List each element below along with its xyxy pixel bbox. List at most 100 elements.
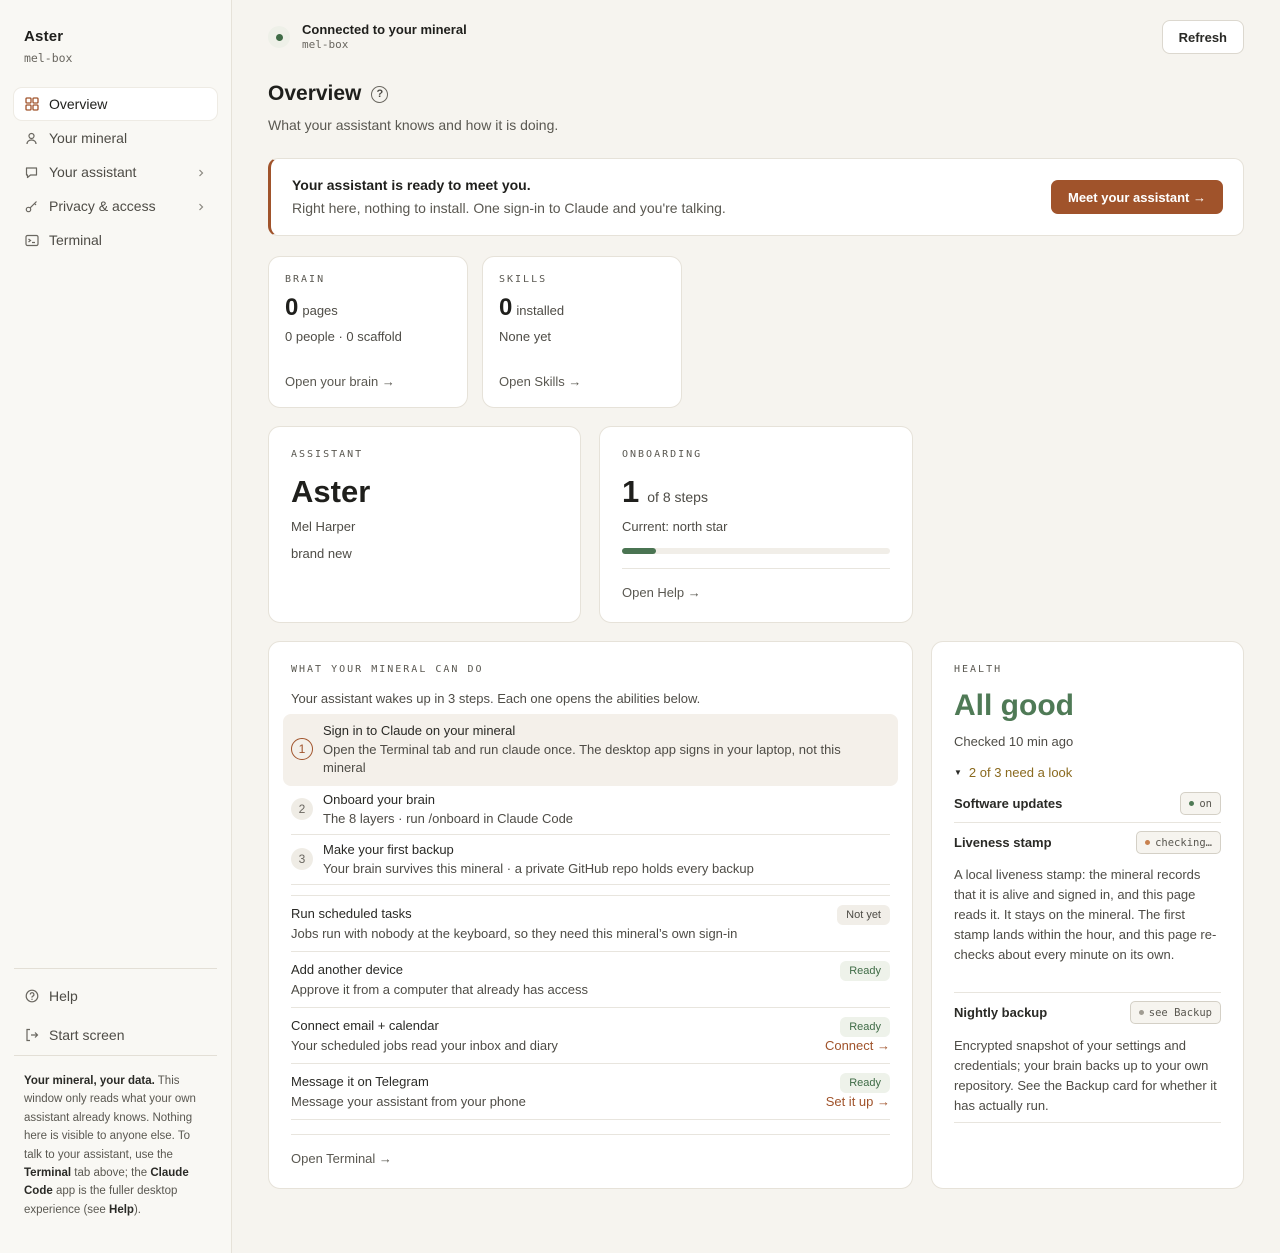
brain-unit: pages	[302, 303, 338, 318]
backup-desc: Encrypted snapshot of your settings and …	[954, 1038, 1217, 1113]
sidebar-item-start-screen[interactable]: Start screen	[14, 1018, 217, 1051]
ability-title: Connect email + calendar	[291, 1018, 439, 1033]
connection-host: mel-box	[302, 38, 349, 51]
health-status: All good	[954, 689, 1074, 722]
step-1[interactable]: 1 Sign in to Claude on your mineral Open…	[283, 714, 898, 786]
note-terminal: Terminal	[24, 1167, 72, 1180]
status-badge: Ready	[840, 1073, 890, 1093]
note-text: This window only reads what your own ass…	[24, 1075, 196, 1161]
health-eyebrow: HEALTH	[954, 664, 1003, 675]
onboarding-progress-fill	[622, 548, 656, 554]
ability-title: Message it on Telegram	[291, 1074, 429, 1089]
status-badge: Ready	[840, 961, 890, 981]
onboarding-card: ONBOARDING 1 of 8 steps Current: north st…	[599, 426, 913, 623]
abilities-card: WHAT YOUR MINERAL CAN DO Your assistant …	[268, 641, 913, 1189]
open-terminal-link[interactable]: Open Terminal →	[291, 1151, 392, 1166]
onboarding-value: 1	[622, 474, 640, 509]
step-number: 3	[291, 848, 313, 870]
page-subtitle: What your assistant knows and how it is …	[268, 117, 559, 133]
abilities-intro: Your assistant wakes up in 3 steps. Each…	[291, 691, 701, 706]
brain-detail: 0 people · 0 scaffold	[285, 329, 402, 344]
onboarding-count: 1 of 8 steps	[622, 474, 708, 510]
divider	[291, 895, 890, 896]
assistant-card: ASSISTANT Aster Mel Harper brand new	[268, 426, 581, 623]
pill-text: checking…	[1155, 836, 1212, 849]
step-title: Sign in to Claude on your mineral	[323, 723, 516, 738]
ability-desc: Jobs run with nobody at the keyboard, so…	[291, 926, 738, 941]
help-question-icon[interactable]: ?	[371, 85, 389, 103]
onboarding-eyebrow: ONBOARDING	[622, 449, 703, 460]
ability-email-calendar: Connect email + calendar Your scheduled …	[291, 1017, 890, 1064]
skills-unit: installed	[516, 303, 565, 318]
ability-title: Add another device	[291, 962, 404, 977]
note-text: ).	[133, 1203, 141, 1216]
grid-icon	[24, 97, 39, 112]
divider	[291, 1134, 890, 1135]
ability-desc: Message your assistant from your phone	[291, 1094, 526, 1109]
ability-telegram: Message it on Telegram Message your assi…	[291, 1073, 890, 1120]
divider	[622, 568, 890, 569]
divider	[954, 992, 1221, 993]
meet-assistant-button[interactable]: Meet your assistant →	[1051, 180, 1223, 214]
brand-host: mel-box	[24, 51, 73, 65]
sidebar-nav: Overview Your mineral Your assistant Pri…	[14, 88, 217, 258]
note-lead: Your mineral, your data.	[24, 1075, 155, 1087]
step-2[interactable]: 2 Onboard your brain The 8 layers · run …	[283, 792, 898, 836]
sidebar-item-your-mineral[interactable]: Your mineral	[14, 122, 217, 154]
brain-card: BRAIN 0 pages 0 people · 0 scaffold Open …	[268, 256, 468, 408]
brand-name: Aster	[24, 28, 64, 45]
sidebar-item-terminal[interactable]: Terminal	[14, 224, 217, 256]
liveness-desc: A local liveness stamp: the mineral reco…	[954, 867, 1217, 962]
divider	[291, 834, 890, 835]
skills-eyebrow: SKILLS	[499, 274, 548, 285]
ready-banner: Your assistant is ready to meet you. Rig…	[268, 158, 1244, 236]
assistant-eyebrow: ASSISTANT	[291, 449, 364, 460]
sidebar-item-label: Privacy & access	[49, 198, 156, 214]
ability-desc: Your scheduled jobs read your inbox and …	[291, 1038, 558, 1053]
page-title-text: Overview	[268, 82, 362, 105]
chat-icon	[24, 165, 39, 180]
assistant-name: Aster	[291, 474, 371, 509]
privacy-note: Your mineral, your data. This window onl…	[14, 1055, 217, 1219]
health-nightly-backup: Nightly backup see Backup	[954, 1001, 1221, 1025]
connect-link[interactable]: Connect →	[825, 1038, 890, 1053]
skills-value: 0	[499, 294, 513, 321]
health-liveness: Liveness stamp checking…	[954, 831, 1221, 855]
step-title: Make your first backup	[323, 842, 454, 857]
sidebar-item-label: Terminal	[49, 232, 102, 248]
status-badge: Ready	[840, 1017, 890, 1037]
open-skills-link[interactable]: Open Skills →	[499, 374, 581, 389]
page-title: Overview ?	[268, 82, 389, 106]
sidebar-item-your-assistant[interactable]: Your assistant	[14, 156, 217, 188]
sidebar-item-label: Your mineral	[49, 130, 128, 146]
divider	[291, 884, 890, 885]
skills-detail: None yet	[499, 329, 552, 344]
ability-add-device: Add another device Approve it from a com…	[291, 961, 890, 1008]
open-brain-link[interactable]: Open your brain →	[285, 374, 395, 389]
dot-icon	[1138, 1010, 1144, 1015]
onboarding-current: Current: north star	[622, 519, 728, 534]
sidebar-item-overview[interactable]: Overview	[14, 88, 217, 120]
brand: Aster mel-box	[24, 28, 72, 65]
ability-scheduled-tasks: Run scheduled tasks Jobs run with nobody…	[291, 905, 890, 952]
step-title: Onboard your brain	[323, 792, 436, 807]
attention-text: 2 of 3 need a look	[968, 765, 1073, 780]
sidebar-item-help[interactable]: Help	[14, 979, 217, 1012]
assistant-owner: Mel Harper	[291, 519, 356, 534]
health-item-title: Nightly backup	[954, 1005, 1048, 1020]
attention-toggle[interactable]: ▼ 2 of 3 need a look	[954, 765, 1072, 780]
pill-text: on	[1199, 797, 1212, 810]
sidebar-item-label: Start screen	[49, 1026, 125, 1043]
sidebar-item-privacy-access[interactable]: Privacy & access	[14, 190, 217, 222]
ability-desc: Approve it from a computer that already …	[291, 982, 588, 997]
exit-icon	[24, 1027, 39, 1042]
open-help-link[interactable]: Open Help →	[622, 585, 701, 600]
refresh-button[interactable]: Refresh	[1161, 20, 1244, 54]
status-pill: see Backup	[1129, 1001, 1221, 1024]
step-3[interactable]: 3 Make your first backup Your brain surv…	[283, 842, 898, 886]
set-up-link[interactable]: Set it up →	[826, 1094, 890, 1109]
onboarding-progress	[622, 548, 890, 554]
ability-title: Run scheduled tasks	[291, 906, 412, 921]
step-number: 1	[291, 738, 313, 760]
sidebar-bottom: Help Start screen	[14, 968, 217, 1057]
